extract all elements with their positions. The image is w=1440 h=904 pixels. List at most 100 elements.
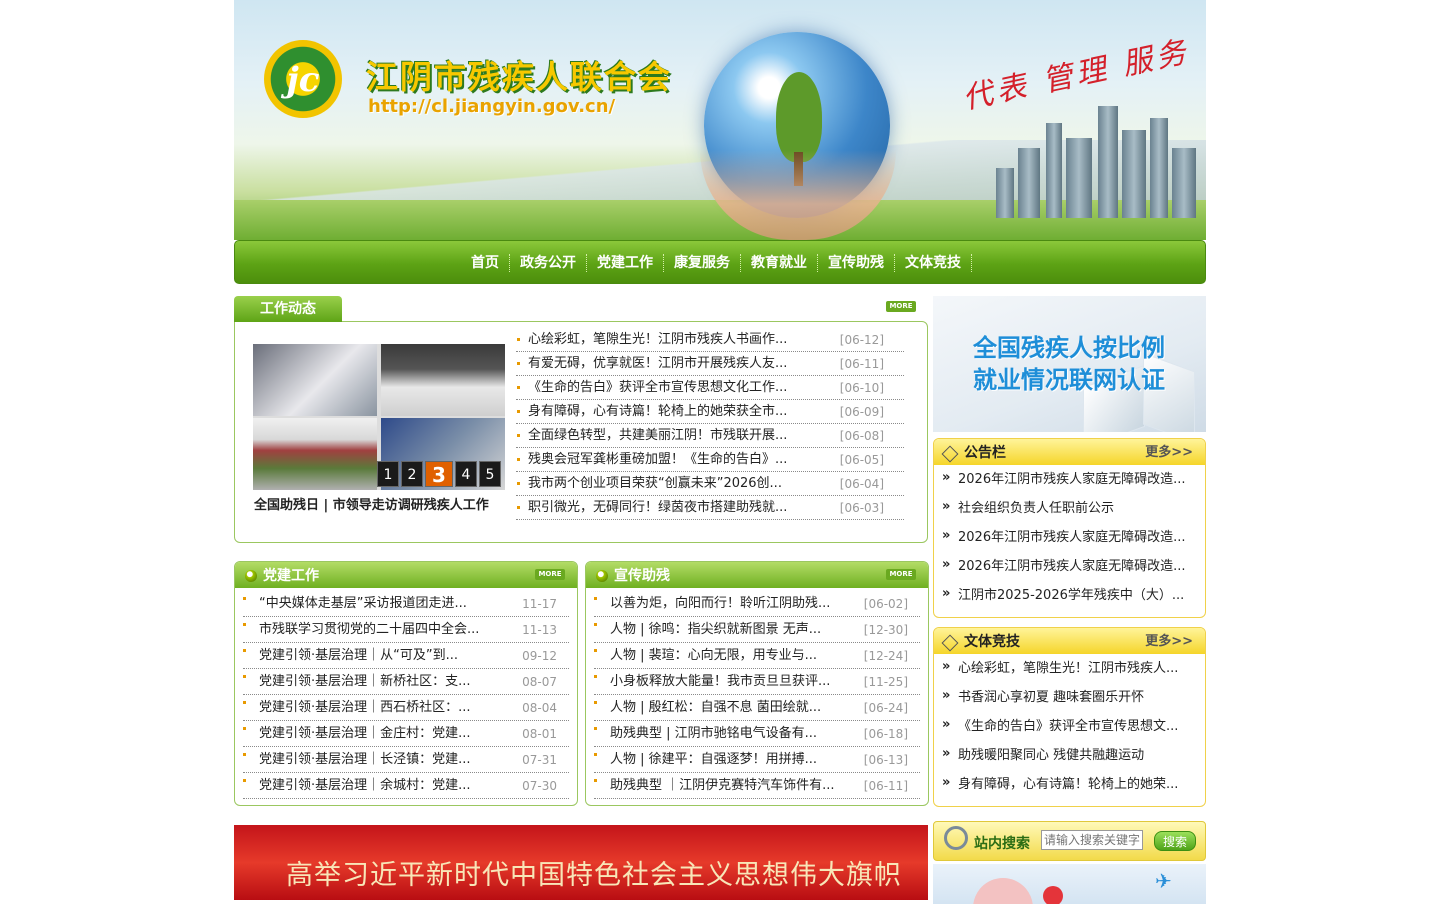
news-title[interactable]: 残奥会冠军龚彬重磅加盟！《生命的告白》...: [528, 452, 787, 467]
list-item[interactable]: 助残典型 ｜江阴伊克赛特汽车饰件有... [06-11]: [594, 774, 920, 799]
list-item[interactable]: 2026年江阴市残疾人家庭无障碍改造...: [942, 465, 1197, 494]
item-title[interactable]: “中央媒体走基层”采访报道团走进...: [259, 596, 467, 611]
pager-button-3[interactable]: 3: [425, 461, 453, 487]
photo-caption[interactable]: 全国助残日 | 市领导走访调研残疾人工作: [254, 494, 489, 513]
list-item[interactable]: 身有障碍，心有诗篇！轮椅上的她荣获全市... [06-09]: [516, 401, 904, 424]
list-item[interactable]: 2026年江阴市残疾人家庭无障碍改造...: [942, 523, 1197, 552]
list-item[interactable]: 党建引领·基层治理｜长泾镇：党建... 07-31: [243, 748, 569, 773]
list-item[interactable]: 2026年江阴市残疾人家庭无障碍改造...: [942, 552, 1197, 581]
list-item[interactable]: 党建引领·基层治理｜西石桥社区：... 08-04: [243, 696, 569, 721]
list-item[interactable]: 党建引领·基层治理｜从“可及”到... 09-12: [243, 644, 569, 669]
slide-photo-shelf: [253, 418, 377, 490]
magnifier-icon: [944, 826, 968, 850]
list-item[interactable]: 市残联学习贯彻党的二十届四中全会... 11-13: [243, 618, 569, 643]
item-title[interactable]: 人物 | 徐建平：自强逐梦！用拼搏...: [610, 752, 817, 767]
item-title[interactable]: 党建引领·基层治理｜从“可及”到...: [259, 648, 458, 663]
list-item[interactable]: 人物 | 徐鸣：指尖织就新图景 无声... [12-30]: [594, 618, 920, 643]
list-item[interactable]: 党建引领·基层治理｜金庄村：党建... 08-01: [243, 722, 569, 747]
news-title[interactable]: 《生命的告白》获评全市宣传思想文化工作...: [528, 380, 787, 395]
search-button[interactable]: 搜索: [1154, 831, 1196, 851]
list-item[interactable]: 《生命的告白》获评全市宣传思想文...: [942, 712, 1197, 741]
news-date: [06-08]: [839, 429, 884, 443]
item-title[interactable]: 人物 | 徐鸣：指尖织就新图景 无声...: [610, 622, 821, 637]
item-title[interactable]: 党建引领·基层治理｜西石桥社区：...: [259, 700, 471, 715]
pager-button-5[interactable]: 5: [479, 461, 501, 487]
list-item[interactable]: 助残暖阳聚同心 残健共融趣运动: [942, 741, 1197, 770]
list-item[interactable]: 心绘彩虹，笔隙生光！江阴市残疾人...: [942, 654, 1197, 683]
federation-logo[interactable]: jc: [264, 40, 342, 118]
list-item[interactable]: 党建引领·基层治理｜新桥社区：支... 08-07: [243, 670, 569, 695]
news-title[interactable]: 职引微光，无碍同行！绿茵夜市搭建助残就...: [528, 500, 787, 515]
list-item[interactable]: 人物 | 殷红松：自强不息 菌田绘就... [06-24]: [594, 696, 920, 721]
employment-certification-banner[interactable]: 全国残疾人按比例 就业情况联网认证: [933, 296, 1206, 432]
publicity-header: 宣传助残 MORE: [586, 562, 928, 588]
list-item[interactable]: 《生命的告白》获评全市宣传思想文化工作... [06-10]: [516, 377, 904, 400]
news-title[interactable]: 心绘彩虹，笔隙生光！江阴市残疾人书画作...: [528, 332, 787, 347]
item-date: 09-12: [522, 649, 557, 663]
nav-item-sports-culture[interactable]: 文体竞技: [895, 254, 972, 272]
site-title[interactable]: 江阴市残疾人联合会: [366, 52, 672, 98]
list-item[interactable]: 身有障碍，心有诗篇！轮椅上的她荣...: [942, 770, 1197, 799]
list-item[interactable]: 书香润心享初夏 趣味套圈乐开怀: [942, 683, 1197, 712]
balloon-shape: [1043, 886, 1063, 904]
promo-line-2: 就业情况联网认证: [973, 366, 1165, 394]
item-date: [06-18]: [863, 727, 908, 741]
list-item[interactable]: 有爱无碍，优享就医！江阴市开展残疾人友... [06-11]: [516, 353, 904, 376]
work-more-button[interactable]: MORE: [886, 301, 916, 312]
item-title[interactable]: 党建引领·基层治理｜长泾镇：党建...: [259, 752, 471, 767]
pager-button-4[interactable]: 4: [455, 461, 477, 487]
list-item[interactable]: 小身板释放大能量！我市贡旦旦获评... [11-25]: [594, 670, 920, 695]
publicity-title[interactable]: 宣传助残: [614, 568, 670, 584]
pager-button-2[interactable]: 2: [401, 461, 423, 487]
sports-culture-title[interactable]: 文体竞技: [964, 634, 1020, 650]
list-item[interactable]: 以善为炬，向阳而行！聆听江阴助残... [06-02]: [594, 592, 920, 617]
party-more-button[interactable]: MORE: [535, 569, 565, 580]
bottom-promo-image[interactable]: ✈: [933, 864, 1206, 904]
list-item[interactable]: 心绘彩虹，笔隙生光！江阴市残疾人书画作... [06-12]: [516, 329, 904, 352]
nav-item-publicity[interactable]: 宣传助残: [818, 254, 895, 272]
diamond-icon: [941, 634, 959, 652]
party-work-title[interactable]: 党建工作: [263, 568, 319, 584]
pager-button-1[interactable]: 1: [377, 461, 399, 487]
item-title[interactable]: 市残联学习贯彻党的二十届四中全会...: [259, 622, 479, 637]
news-date: [06-05]: [839, 453, 884, 467]
list-item[interactable]: 党建引领·基层治理｜余城村：党建... 07-30: [243, 774, 569, 799]
nav-item-party-work[interactable]: 党建工作: [587, 254, 664, 272]
nav-item-government-affairs[interactable]: 政务公开: [510, 254, 587, 272]
item-title[interactable]: 党建引领·基层治理｜新桥社区：支...: [259, 674, 471, 689]
publicity-more-button[interactable]: MORE: [886, 569, 916, 580]
item-title[interactable]: 党建引领·基层治理｜金庄村：党建...: [259, 726, 471, 741]
item-title[interactable]: 小身板释放大能量！我市贡旦旦获评...: [610, 674, 830, 689]
slogan-red-banner[interactable]: 高举习近平新时代中国特色社会主义思想伟大旗帜: [234, 825, 928, 900]
news-title[interactable]: 全面绿色转型，共建美丽江阴！市残联开展...: [528, 428, 787, 443]
nav-item-education-employment[interactable]: 教育就业: [741, 254, 818, 272]
work-dynamics-tab[interactable]: 工作动态: [234, 296, 342, 322]
list-item[interactable]: 助残典型 | 江阴市驰铭电气设备有... [06-18]: [594, 722, 920, 747]
item-title[interactable]: 助残典型 | 江阴市驰铭电气设备有...: [610, 726, 817, 741]
list-item[interactable]: 人物 | 裴瑄：心向无限，用专业与... [12-24]: [594, 644, 920, 669]
list-item[interactable]: 残奥会冠军龚彬重磅加盟！《生命的告白》... [06-05]: [516, 449, 904, 472]
item-title[interactable]: 助残典型 ｜江阴伊克赛特汽车饰件有...: [610, 778, 835, 793]
list-item[interactable]: “中央媒体走基层”采访报道团走进... 11-17: [243, 592, 569, 617]
notice-more-link[interactable]: 更多>>: [1145, 439, 1193, 467]
item-title[interactable]: 人物 | 殷红松：自强不息 菌田绘就...: [610, 700, 821, 715]
list-item[interactable]: 全面绿色转型，共建美丽江阴！市残联开展... [06-08]: [516, 425, 904, 448]
search-input[interactable]: [1041, 830, 1143, 850]
item-title[interactable]: 以善为炬，向阳而行！聆听江阴助残...: [610, 596, 830, 611]
news-title[interactable]: 身有障碍，心有诗篇！轮椅上的她荣获全市...: [528, 404, 787, 419]
item-title[interactable]: 党建引领·基层治理｜余城村：党建...: [259, 778, 471, 793]
nav-item-home[interactable]: 首页: [461, 254, 510, 272]
news-title[interactable]: 有爱无碍，优享就医！江阴市开展残疾人友...: [528, 356, 787, 371]
item-title[interactable]: 人物 | 裴瑄：心向无限，用专业与...: [610, 648, 817, 663]
list-item[interactable]: 我市两个创业项目荣获“创赢未来”2026创... [06-04]: [516, 473, 904, 496]
notice-board-title[interactable]: 公告栏: [964, 445, 1006, 461]
nav-item-rehabilitation[interactable]: 康复服务: [664, 254, 741, 272]
list-item[interactable]: 社会组织负责人任职前公示: [942, 494, 1197, 523]
news-date: [06-12]: [839, 333, 884, 347]
list-item[interactable]: 人物 | 徐建平：自强逐梦！用拼搏... [06-13]: [594, 748, 920, 773]
sports-more-link[interactable]: 更多>>: [1145, 628, 1193, 656]
item-date: [06-13]: [863, 753, 908, 767]
news-title[interactable]: 我市两个创业项目荣获“创赢未来”2026创...: [528, 476, 782, 491]
list-item[interactable]: 职引微光，无碍同行！绿茵夜市搭建助残就... [06-03]: [516, 497, 904, 520]
list-item[interactable]: 江阴市2025-2026学年残疾中（大）...: [942, 581, 1197, 610]
